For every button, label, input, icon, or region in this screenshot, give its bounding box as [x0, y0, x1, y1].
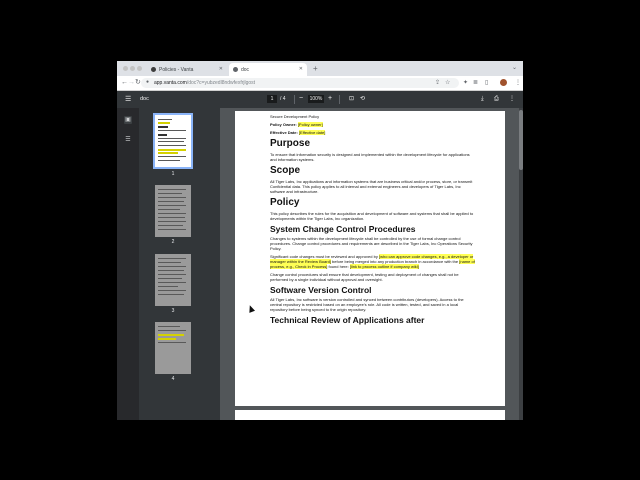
toolbar-divider	[339, 95, 340, 104]
scrollbar-thumb[interactable]	[519, 110, 523, 170]
policy-owner-line: Policy Owner: [Policy owner]	[270, 122, 323, 127]
outline-view-icon[interactable]: ☰	[124, 136, 132, 144]
close-window-button[interactable]	[123, 66, 128, 71]
section-heading-scope: Scope	[270, 165, 301, 176]
paragraph: Change control procedures shall ensure t…	[270, 272, 459, 282]
page-count: / 4	[280, 96, 286, 102]
doc-title: Secure Development Policy	[270, 114, 320, 119]
thumbnail-label: 1	[171, 171, 175, 177]
lock-icon[interactable]: ●	[146, 79, 149, 85]
tab-search-icon[interactable]: ⌄	[512, 64, 517, 71]
paragraph-code-review: Significant code changes must be reviewe…	[270, 254, 475, 269]
paragraph: This policy describes the rules for the …	[270, 211, 474, 221]
zoom-input[interactable]: 100%	[308, 95, 324, 103]
reading-list-icon[interactable]: ≣	[473, 79, 478, 87]
vertical-scrollbar[interactable]	[519, 108, 523, 420]
omnibox[interactable]: ● app.vanta.com/doc?c=yubzedl8ndwfexfrjl…	[141, 78, 459, 88]
page-thumbnail-1[interactable]	[153, 113, 193, 169]
tab-title: doc	[241, 66, 250, 73]
browser-window: Policies - Vanta ✕ doc ✕ + ⌄ ← → ↻ ● app…	[117, 61, 523, 420]
more-actions-icon[interactable]: ⋮	[509, 95, 515, 104]
globe-icon	[233, 67, 238, 72]
toolbar-divider	[294, 95, 295, 104]
section-heading-policy: Policy	[270, 197, 300, 208]
page-thumbnail-2[interactable]	[155, 185, 191, 237]
bookmark-star-icon[interactable]: ☆	[445, 79, 450, 87]
reload-button[interactable]: ↻	[135, 78, 141, 88]
thumbnail-view-icon[interactable]: ▣	[124, 116, 132, 124]
page-number-input[interactable]: 1	[267, 95, 277, 103]
pdf-page-1: Secure Development Policy Policy Owner: …	[235, 111, 505, 406]
document-body: Secure Development Policy Policy Owner: …	[270, 114, 475, 327]
thumbnail-sidebar: ▣ ☰ 1 2 3 4	[117, 108, 220, 420]
fit-page-icon[interactable]: ⊡	[349, 95, 354, 104]
rotate-icon[interactable]: ⟲	[360, 95, 365, 104]
download-icon[interactable]: ⤓	[481, 95, 484, 104]
url-text[interactable]: app.vanta.com/doc?c=yubzedl8ndwfexfrjlgo…	[154, 80, 255, 86]
sidebar-rail: ▣ ☰	[117, 108, 139, 420]
tab-strip: Policies - Vanta ✕ doc ✕ + ⌄	[117, 61, 523, 76]
close-icon[interactable]: ✕	[299, 66, 303, 72]
back-button[interactable]: ←	[121, 78, 128, 88]
tab-title: Policies - Vanta	[159, 66, 194, 73]
page-thumbnail-4[interactable]	[155, 322, 191, 374]
maximize-window-button[interactable]	[137, 66, 142, 71]
zoom-in-button[interactable]: +	[328, 94, 332, 104]
page-thumbnail-3[interactable]	[155, 254, 191, 306]
zoom-out-button[interactable]: −	[299, 94, 303, 104]
side-panel-icon[interactable]: ▯	[485, 79, 488, 87]
paragraph: All Tiger Labs, Inc software is version …	[270, 297, 464, 312]
paragraph: To ensure that information security is d…	[270, 152, 470, 162]
section-heading-change-control: System Change Control Procedures	[270, 224, 416, 234]
pdf-viewer[interactable]: Secure Development Policy Policy Owner: …	[220, 108, 523, 420]
extensions-icon[interactable]: ✦	[463, 79, 468, 87]
section-heading-technical-review: Technical Review of Applications after	[270, 315, 425, 325]
forward-button[interactable]: →	[128, 78, 135, 88]
paragraph: All Tiger Labs, Inc applications and inf…	[270, 179, 473, 194]
profile-avatar[interactable]	[500, 79, 507, 86]
thumbnail-label: 2	[171, 239, 175, 245]
new-tab-button[interactable]: +	[313, 64, 318, 73]
section-heading-version-control: Software Version Control	[270, 285, 372, 295]
address-toolbar: ← → ↻ ● app.vanta.com/doc?c=yubzedl8ndwf…	[117, 76, 523, 91]
section-heading-purpose: Purpose	[270, 138, 311, 149]
thumbnail-label: 3	[171, 308, 175, 314]
thumbnail-label: 4	[171, 376, 175, 382]
tab-doc[interactable]: doc ✕	[229, 63, 307, 76]
vanta-favicon-icon	[151, 67, 156, 72]
chrome-menu-icon[interactable]: ⋮	[515, 79, 521, 87]
pdf-page-2	[235, 410, 505, 420]
paragraph: Changes to systems within the developmen…	[270, 236, 473, 251]
print-icon[interactable]: ⎙	[494, 95, 499, 104]
share-icon[interactable]: ⇪	[435, 79, 440, 87]
pdf-toolbar: ☰ doc 1 / 4 − 100% + ⊡ ⟲ ⤓ ⎙ ⋮	[117, 91, 523, 108]
tab-policies[interactable]: Policies - Vanta ✕	[147, 63, 227, 76]
effective-date-line: Effective Date: [Effective date]	[270, 130, 326, 135]
minimize-window-button[interactable]	[130, 66, 135, 71]
menu-icon[interactable]: ☰	[125, 95, 131, 103]
close-icon[interactable]: ✕	[219, 66, 223, 72]
pdf-title: doc	[140, 96, 149, 102]
